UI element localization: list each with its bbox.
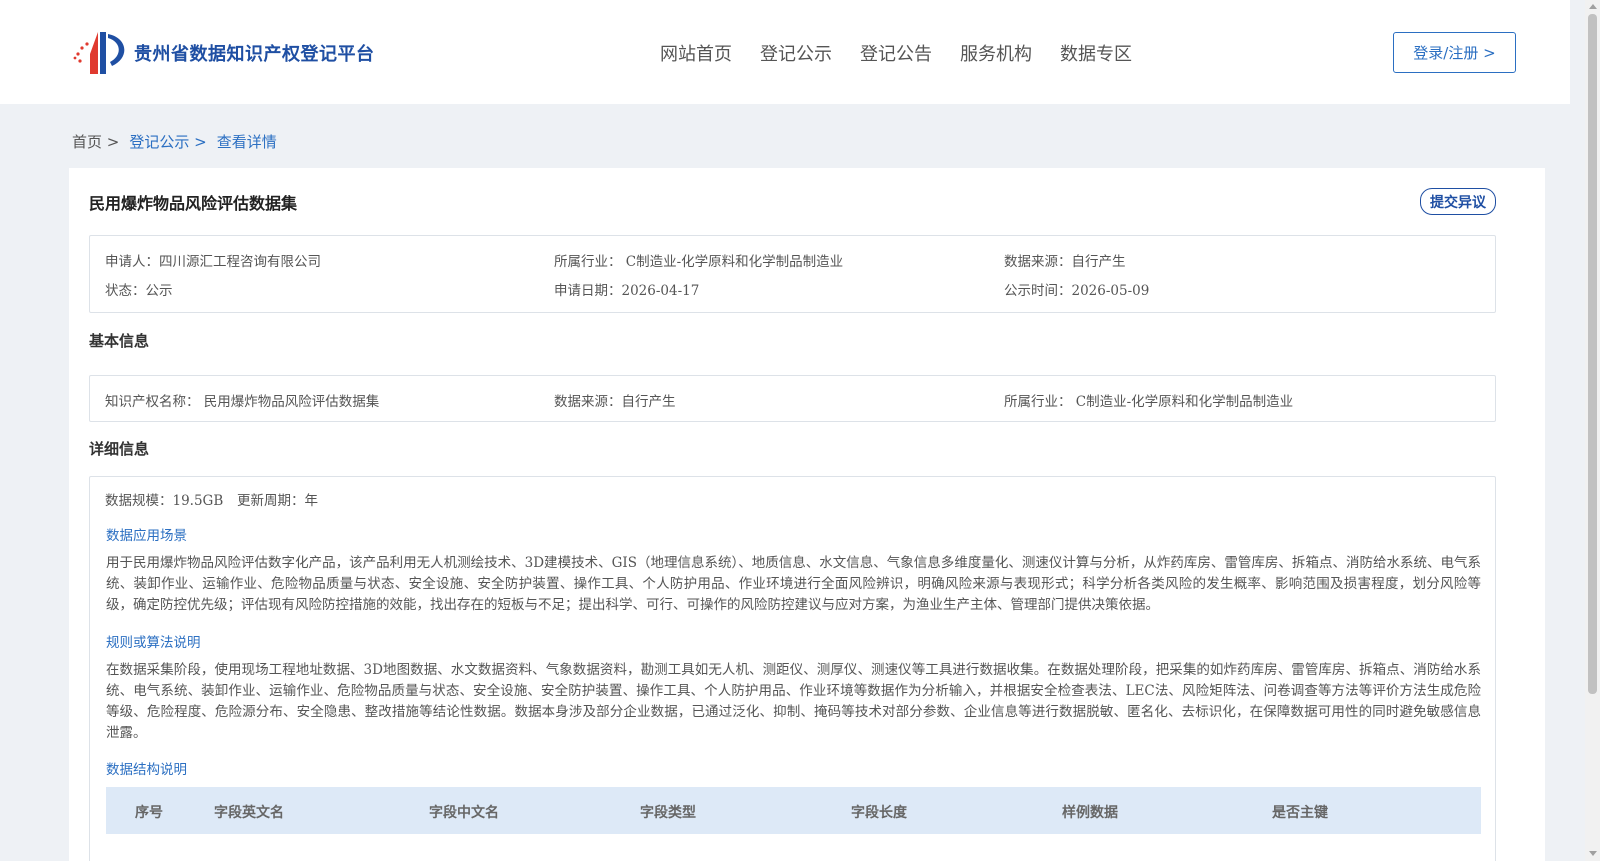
nav-data-zone[interactable]: 数据专区 [1060,40,1132,66]
page-title: 民用爆炸物品风险评估数据集 [89,194,298,213]
main-nav: 网站首页 登记公示 登记公告 服务机构 数据专区 [660,40,1160,66]
data-scale-field: 数据规模：19.5GB [105,493,224,509]
col-cn-name: 字段中文名 [429,805,499,821]
submit-objection-button[interactable]: 提交异议 [1420,188,1496,215]
rules-heading: 规则或算法说明 [106,635,201,651]
basic-source-field: 数据来源：自行产生 [554,394,676,410]
breadcrumb-current: 查看详情 [216,133,277,151]
col-index: 序号 [135,805,163,821]
basic-industry-field: 所属行业： C制造业-化学原料和化学制品制造业 [1004,394,1294,410]
basic-info-heading: 基本信息 [89,332,150,350]
scrollbar-thumb[interactable] [1588,14,1597,694]
logo-emblem-icon [72,28,130,78]
nav-announcement[interactable]: 登记公告 [860,40,932,66]
nav-home[interactable]: 网站首页 [660,40,732,66]
rules-text: 在数据采集阶段，使用现场工程地址数据、3D地图数据、水文数据资料、气象数据资料，… [106,662,1481,741]
site-logo[interactable]: 贵州省数据知识产权登记平台 [72,28,375,78]
detail-info-box: 数据规模：19.5GB 更新周期：年 数据应用场景 用于民用爆炸物品风险评估数字… [89,476,1496,861]
col-primary-key: 是否主键 [1272,805,1328,821]
source-field: 数据来源：自行产生 [1004,254,1126,270]
breadcrumb: 首页 > 登记公示 > 查看详情 [72,131,277,152]
login-register-button[interactable]: 登录/注册 > [1393,32,1516,73]
nav-service-agencies[interactable]: 服务机构 [960,40,1032,66]
site-name: 贵州省数据知识产权登记平台 [134,44,375,65]
col-length: 字段长度 [851,805,907,821]
nav-publicity[interactable]: 登记公示 [760,40,832,66]
site-header: 贵州省数据知识产权登记平台 网站首页 登记公示 登记公告 服务机构 数据专区 登… [0,0,1570,104]
industry-field: 所属行业： C制造业-化学原料和化学制品制造业 [554,254,844,270]
structure-heading: 数据结构说明 [106,762,187,778]
scroll-up-icon[interactable] [1589,4,1597,9]
col-sample: 样例数据 [1062,805,1118,821]
detail-card: 民用爆炸物品风险评估数据集 提交异议 申请人：四川源汇工程咨询有限公司 所属行业… [69,168,1545,861]
ip-name-field: 知识产权名称： 民用爆炸物品风险评估数据集 [105,394,380,410]
apply-date-field: 申请日期：2026-04-17 [554,283,700,299]
scenario-text: 用于民用爆炸物品风险评估数字化产品，该产品利用无人机测绘技术、3D建模技术、GI… [106,555,1481,613]
summary-box: 申请人：四川源汇工程咨询有限公司 所属行业： C制造业-化学原料和化学制品制造业… [89,235,1496,313]
scroll-down-icon[interactable] [1589,851,1597,856]
structure-table-header: 序号 字段英文名 字段中文名 字段类型 字段长度 样例数据 是否主键 [106,787,1481,834]
breadcrumb-home[interactable]: 首页 > [72,131,119,152]
basic-info-box: 知识产权名称： 民用爆炸物品风险评估数据集 数据来源：自行产生 所属行业： C制… [89,375,1496,422]
detail-info-heading: 详细信息 [89,440,150,458]
page-scrollbar[interactable] [1585,0,1600,861]
col-type: 字段类型 [640,805,696,821]
update-cycle-field: 更新周期：年 [237,493,318,509]
status-field: 状态：公示 [105,283,173,299]
scenario-heading: 数据应用场景 [106,528,187,544]
applicant-field: 申请人：四川源汇工程咨询有限公司 [105,254,321,270]
publicity-time-field: 公示时间：2026-05-09 [1004,283,1150,299]
col-en-name: 字段英文名 [214,805,284,821]
breadcrumb-publicity[interactable]: 登记公示 > [129,131,206,152]
